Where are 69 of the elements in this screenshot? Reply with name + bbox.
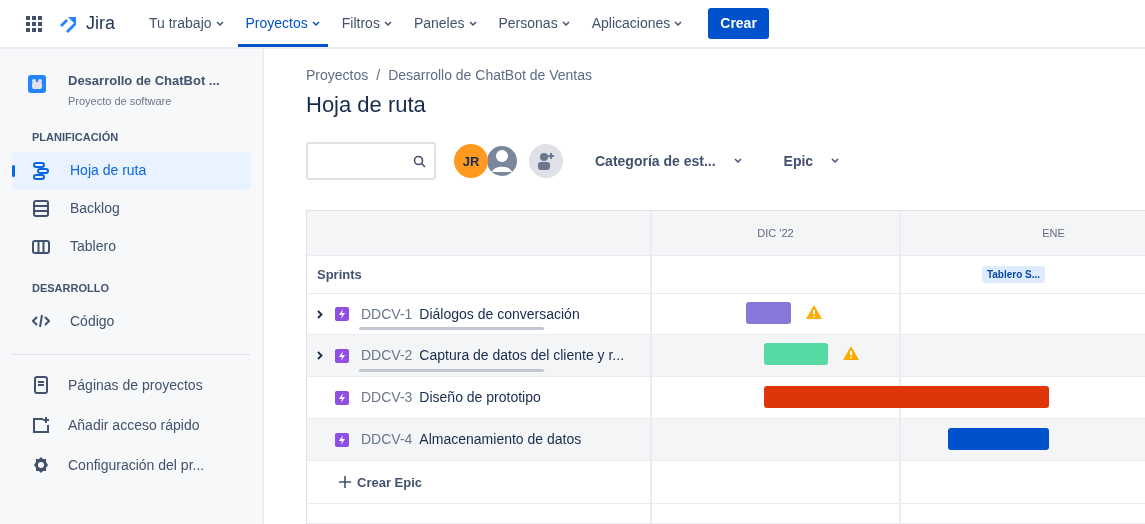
chevron-down-icon xyxy=(311,20,320,27)
sidebar-item[interactable]: Configuración del pr... xyxy=(12,445,251,485)
epic-title[interactable]: Almacenamiento de datos xyxy=(419,429,582,451)
section-title: DESARROLLO xyxy=(32,280,110,296)
user-silhouette-icon xyxy=(485,144,519,179)
timeline-bar[interactable] xyxy=(764,386,1049,409)
timeline-bar[interactable] xyxy=(746,302,791,325)
nav-menu[interactable]: Paneles xyxy=(405,0,485,47)
create-epic-button[interactable]: Crear Epic xyxy=(333,471,429,494)
nav-menu[interactable]: Aplicaciones xyxy=(583,0,691,47)
search-field[interactable] xyxy=(306,142,436,181)
filter-dropdown[interactable]: Categoría de est... xyxy=(589,149,748,173)
project-type: Proyecto de software xyxy=(68,93,173,109)
nav-menu[interactable]: Filtros xyxy=(333,0,400,47)
epic-key[interactable]: DDCV-4 xyxy=(361,429,413,451)
epic-title[interactable]: Captura de datos del cliente y r... xyxy=(419,345,625,367)
chevron-down-icon xyxy=(215,20,224,27)
plus-icon xyxy=(339,476,351,489)
chevron-down-icon xyxy=(383,20,392,27)
project-name: Desarrollo de ChatBot ... xyxy=(68,72,220,90)
sidebar-item[interactable]: Páginas de proyectos xyxy=(12,365,251,405)
add-shortcut-icon xyxy=(32,416,50,434)
timeline-bar[interactable] xyxy=(948,428,1049,451)
month-label: ENE xyxy=(1042,226,1065,242)
epic-key[interactable]: DDCV-1 xyxy=(361,303,413,325)
nav-menu[interactable]: Proyectos xyxy=(237,0,328,47)
project-avatar-icon xyxy=(28,75,46,93)
chevron-down-icon xyxy=(831,158,840,165)
backlog-icon xyxy=(32,199,50,218)
product-logo-text: Jira xyxy=(86,12,115,35)
epic-title[interactable]: Diseño de prototipo xyxy=(419,387,541,409)
epic-key[interactable]: DDCV-2 xyxy=(361,345,413,367)
sprints-label: Sprints xyxy=(317,266,362,285)
sprint-chip[interactable]: Tablero S... xyxy=(981,266,1046,284)
search-icon xyxy=(413,154,426,168)
epic-title[interactable]: Diálogos de conversación xyxy=(419,303,580,325)
settings-icon xyxy=(32,456,50,474)
roadmap-icon xyxy=(32,161,50,180)
board-icon xyxy=(32,237,50,256)
app-grid-icon xyxy=(26,15,42,32)
epic-key[interactable]: DDCV-3 xyxy=(361,387,413,409)
section-title: PLANIFICACIÓN xyxy=(32,130,120,145)
breadcrumb-link[interactable]: Proyectos xyxy=(306,65,369,86)
page-title: Hoja de ruta xyxy=(306,92,427,119)
breadcrumb-separator: / xyxy=(376,66,381,85)
epic-icon xyxy=(335,307,349,322)
nav-menu[interactable]: Tu trabajo xyxy=(141,0,232,47)
user-avatar[interactable]: JR xyxy=(454,144,488,179)
month-label: DIC '22 xyxy=(757,226,794,242)
filter-dropdown[interactable]: Epic xyxy=(777,149,846,173)
epic-icon xyxy=(335,390,349,405)
nav-menu[interactable]: Personas xyxy=(490,0,578,47)
sidebar-item[interactable]: Añadir acceso rápido xyxy=(12,405,251,445)
chevron-down-icon xyxy=(561,20,570,27)
chevron-down-icon xyxy=(674,20,683,27)
sidebar-item[interactable]: Código xyxy=(12,302,251,340)
add-person-icon xyxy=(529,144,563,179)
sidebar-item[interactable]: Backlog xyxy=(12,189,251,228)
page-icon xyxy=(32,376,50,394)
chevron-down-icon xyxy=(468,20,477,27)
breadcrumb-link[interactable]: Desarrollo de ChatBot de Ventas xyxy=(388,65,593,86)
chevron-down-icon xyxy=(733,158,742,165)
code-icon xyxy=(32,312,50,330)
sidebar-item[interactable]: Hoja de ruta xyxy=(12,151,251,190)
epic-icon xyxy=(335,432,349,447)
epic-icon xyxy=(335,348,349,363)
create-button[interactable]: Crear xyxy=(708,8,769,39)
sidebar-item[interactable]: Tablero xyxy=(12,227,251,266)
logo-icon xyxy=(58,14,78,33)
